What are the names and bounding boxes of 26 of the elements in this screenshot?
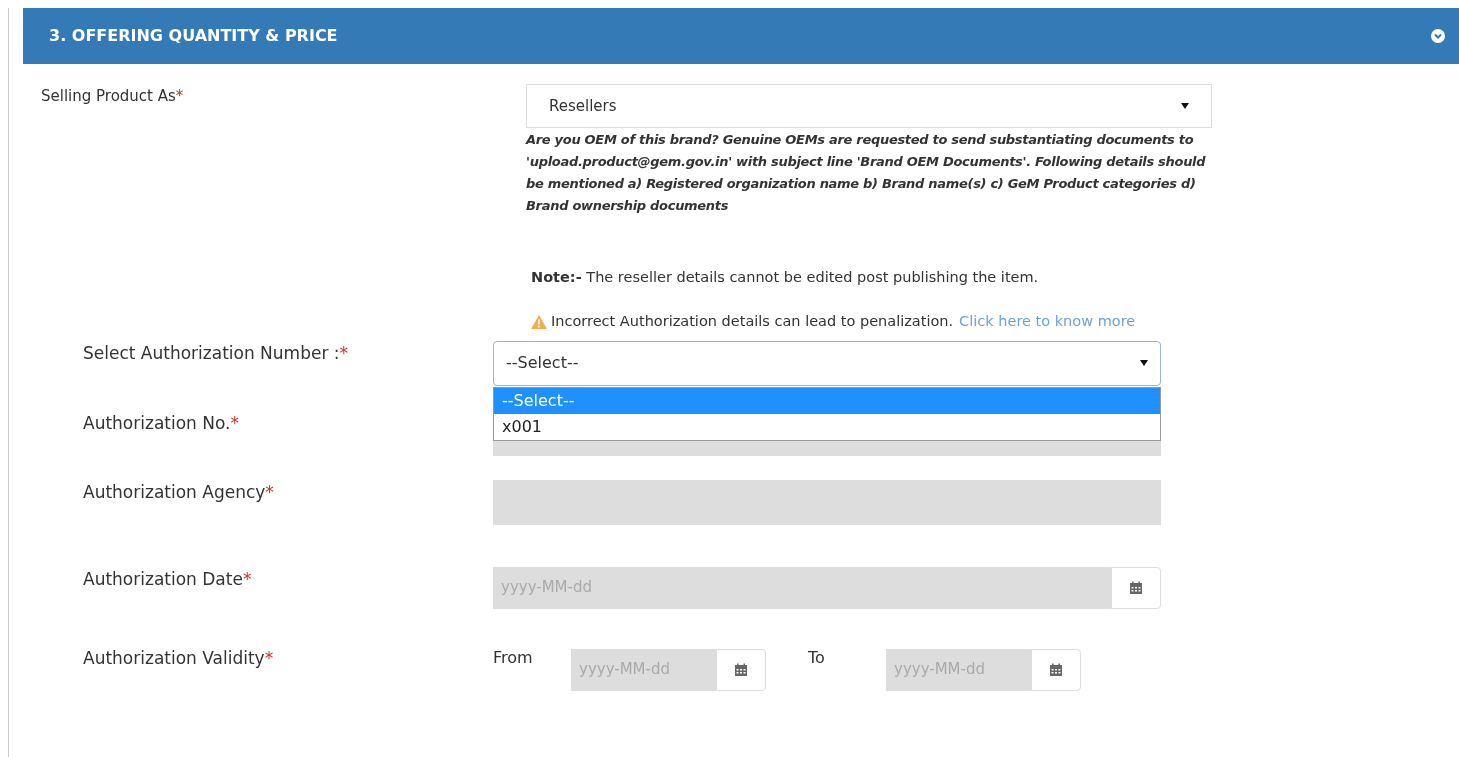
dropdown-option[interactable]: x001: [494, 413, 1160, 440]
selling-product-select[interactable]: Resellers: [526, 84, 1212, 128]
from-label: From: [493, 646, 534, 669]
to-label: To: [807, 646, 826, 669]
section-header[interactable]: 3. OFFERING QUANTITY & PRICE: [23, 8, 1459, 64]
caret-icon: [1140, 360, 1148, 366]
calendar-button[interactable]: [716, 648, 766, 691]
calendar-icon: [1049, 662, 1063, 677]
warning-text: Incorrect Authorization details can lead to penalization.: [551, 311, 954, 331]
calendar-icon: [734, 662, 748, 677]
calendar-button[interactable]: [1111, 566, 1161, 609]
caret-icon: [1181, 103, 1189, 109]
note-text: Note:- The reseller details cannot be edited post publishing the item.: [531, 268, 1040, 287]
field-label: Authorization Agency*: [82, 480, 275, 504]
field-label: Authorization Date*: [82, 567, 253, 591]
authorization-select[interactable]: --Select--: [493, 340, 1161, 386]
field-label: Selling Product As*: [40, 86, 185, 107]
field-label: Authorization Validity*: [82, 646, 275, 670]
chevron-down-icon: [1431, 29, 1445, 43]
section-title: 3. OFFERING QUANTITY & PRICE: [49, 25, 338, 47]
warning-icon: [531, 314, 547, 329]
oem-notice: Are you OEM of this brand? Genuine OEMs are requested to send substantiating documents to 'upload.product@gem.gov.in' with subject line 'Brand OEM Documents'. Following details should be mentioned a) Registered organization name b) Brand name(s) c) GeM Product categories d) Brand ownership documents: [526, 131, 1207, 215]
calendar-icon: [1129, 580, 1143, 595]
field-label: Authorization No.*: [82, 411, 240, 435]
calendar-button[interactable]: [1031, 648, 1081, 691]
field-label: Select Authorization Number :*: [82, 341, 350, 365]
